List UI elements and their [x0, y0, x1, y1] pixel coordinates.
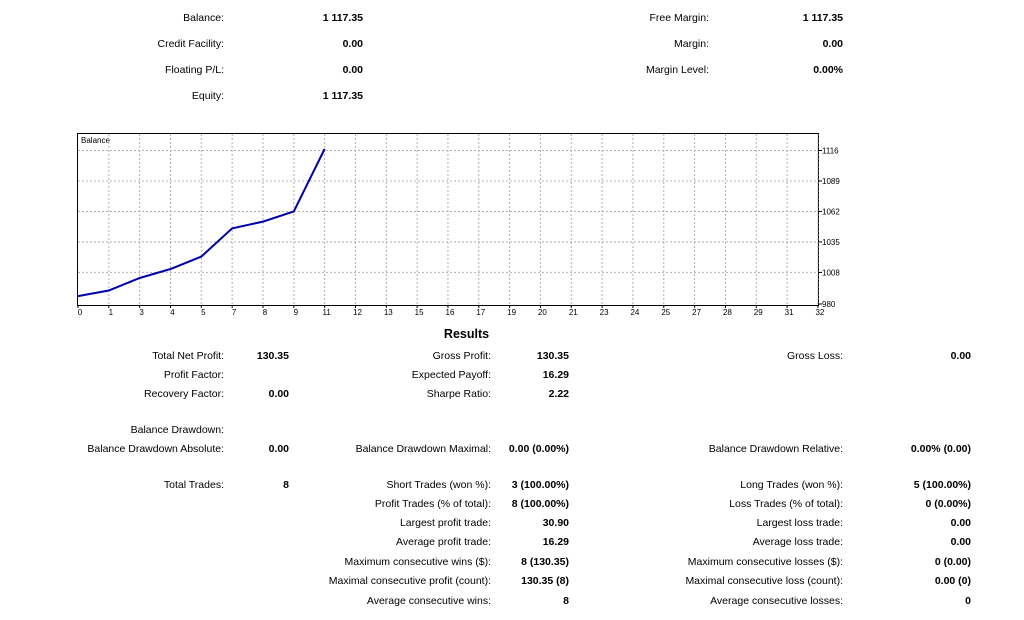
bd-relative-label: Balance Drawdown Relative: [708, 443, 843, 455]
x-tick-label: 32 [815, 308, 824, 317]
gross-loss-label: Gross Loss: [786, 350, 843, 362]
profit-trades-value: 8 (100.00%) [511, 498, 569, 510]
expected-payoff-value: 16.29 [542, 369, 569, 381]
x-tick-label: 17 [476, 308, 485, 317]
x-tick-label: 16 [446, 308, 455, 317]
x-tick-label: 27 [692, 308, 701, 317]
x-tick-label: 19 [507, 308, 516, 317]
balance-drawdown-label: Balance Drawdown: [130, 424, 224, 436]
y-tick-label: 1116 [822, 147, 839, 156]
x-tick-label: 25 [661, 308, 670, 317]
average-profit-value: 16.29 [542, 536, 569, 548]
x-tick-label: 15 [415, 308, 424, 317]
avg-consec-wins-label: Average consecutive wins: [366, 595, 491, 607]
bd-maximal-value: 0.00 (0.00%) [508, 443, 569, 455]
sharpe-ratio-value: 2.22 [548, 388, 569, 400]
x-tick-label: 9 [294, 308, 299, 317]
loss-trades-value: 0 (0.00%) [925, 498, 971, 510]
average-profit-label: Average profit trade: [396, 536, 491, 548]
x-tick-label: 20 [538, 308, 547, 317]
loss-trades-label: Loss Trades (% of total): [729, 498, 843, 510]
long-trades-value: 5 (100.00%) [913, 479, 971, 491]
avg-consec-wins-value: 8 [563, 595, 569, 607]
y-tick-label: 1062 [822, 207, 840, 216]
total-net-profit-label: Total Net Profit: [152, 350, 224, 362]
x-tick-label: 0 [78, 308, 83, 317]
gross-loss-value: 0.00 [950, 350, 971, 362]
x-tick-label: 21 [569, 308, 578, 317]
gross-profit-value: 130.35 [536, 350, 569, 362]
max-consec-wins-value: 8 (130.35) [521, 556, 569, 568]
gross-profit-label: Gross Profit: [432, 350, 491, 362]
profit-trades-label: Profit Trades (% of total): [374, 498, 491, 510]
average-loss-value: 0.00 [950, 536, 971, 548]
avg-consec-losses-value: 0 [965, 595, 971, 607]
expected-payoff-label: Expected Payoff: [411, 369, 491, 381]
short-trades-label: Short Trades (won %): [386, 479, 491, 491]
x-tick-label: 4 [170, 308, 175, 317]
x-tick-label: 31 [785, 308, 794, 317]
x-tick-label: 1 [109, 308, 114, 317]
y-tick-label: 1089 [822, 177, 840, 186]
maximal-consec-loss-label: Maximal consecutive loss (count): [685, 575, 843, 587]
recovery-factor-value: 0.00 [268, 388, 289, 400]
y-tick-label: 980 [822, 300, 836, 309]
largest-profit-label: Largest profit trade: [399, 517, 491, 529]
total-trades-value: 8 [283, 479, 289, 491]
x-tick-label: 23 [600, 308, 609, 317]
avg-consec-losses-label: Average consecutive losses: [710, 595, 843, 607]
total-trades-label: Total Trades: [163, 479, 224, 491]
bd-relative-value: 0.00% (0.00) [910, 443, 971, 455]
balance-chart: Balance 0 1 3 4 5 7 8 9 11 12 13 15 16 17 19 20 21 23 24 25… [77, 133, 840, 317]
short-trades-value: 3 (100.00%) [511, 479, 569, 491]
long-trades-label: Long Trades (won %): [740, 479, 843, 491]
largest-profit-value: 30.90 [542, 517, 569, 529]
profit-factor-label: Profit Factor: [163, 369, 224, 381]
x-tick-label: 12 [353, 308, 362, 317]
largest-loss-label: Largest loss trade: [756, 517, 843, 529]
y-tick-label: 1035 [822, 238, 840, 247]
x-tick-label: 11 [322, 308, 331, 317]
x-tick-label: 24 [630, 308, 639, 317]
x-tick-label: 5 [201, 308, 206, 317]
max-consec-losses-value: 0 (0.00) [934, 556, 971, 568]
x-tick-label: 28 [723, 308, 732, 317]
x-tick-label: 13 [384, 308, 393, 317]
results-title: Results [443, 327, 490, 341]
bd-absolute-value: 0.00 [268, 443, 289, 455]
y-tick-label: 1008 [822, 268, 840, 277]
bd-absolute-label: Balance Drawdown Absolute: [87, 443, 224, 455]
sharpe-ratio-label: Sharpe Ratio: [426, 388, 491, 400]
maximal-consec-profit-label: Maximal consecutive profit (count): [328, 575, 491, 587]
largest-loss-value: 0.00 [950, 517, 971, 529]
max-consec-wins-label: Maximum consecutive wins ($): [344, 556, 491, 568]
total-net-profit-value: 130.35 [256, 350, 289, 362]
maximal-consec-profit-value: 130.35 (8) [521, 575, 569, 587]
recovery-factor-label: Recovery Factor: [144, 388, 224, 400]
maximal-consec-loss-value: 0.00 (0) [934, 575, 971, 587]
x-tick-label: 3 [139, 308, 144, 317]
bd-maximal-label: Balance Drawdown Maximal: [355, 443, 491, 455]
max-consec-losses-label: Maximum consecutive losses ($): [687, 556, 843, 568]
x-tick-label: 8 [263, 308, 268, 317]
average-loss-label: Average loss trade: [752, 536, 843, 548]
x-tick-label: 7 [232, 308, 237, 317]
x-tick-label: 29 [754, 308, 763, 317]
chart-title: Balance [81, 136, 110, 145]
